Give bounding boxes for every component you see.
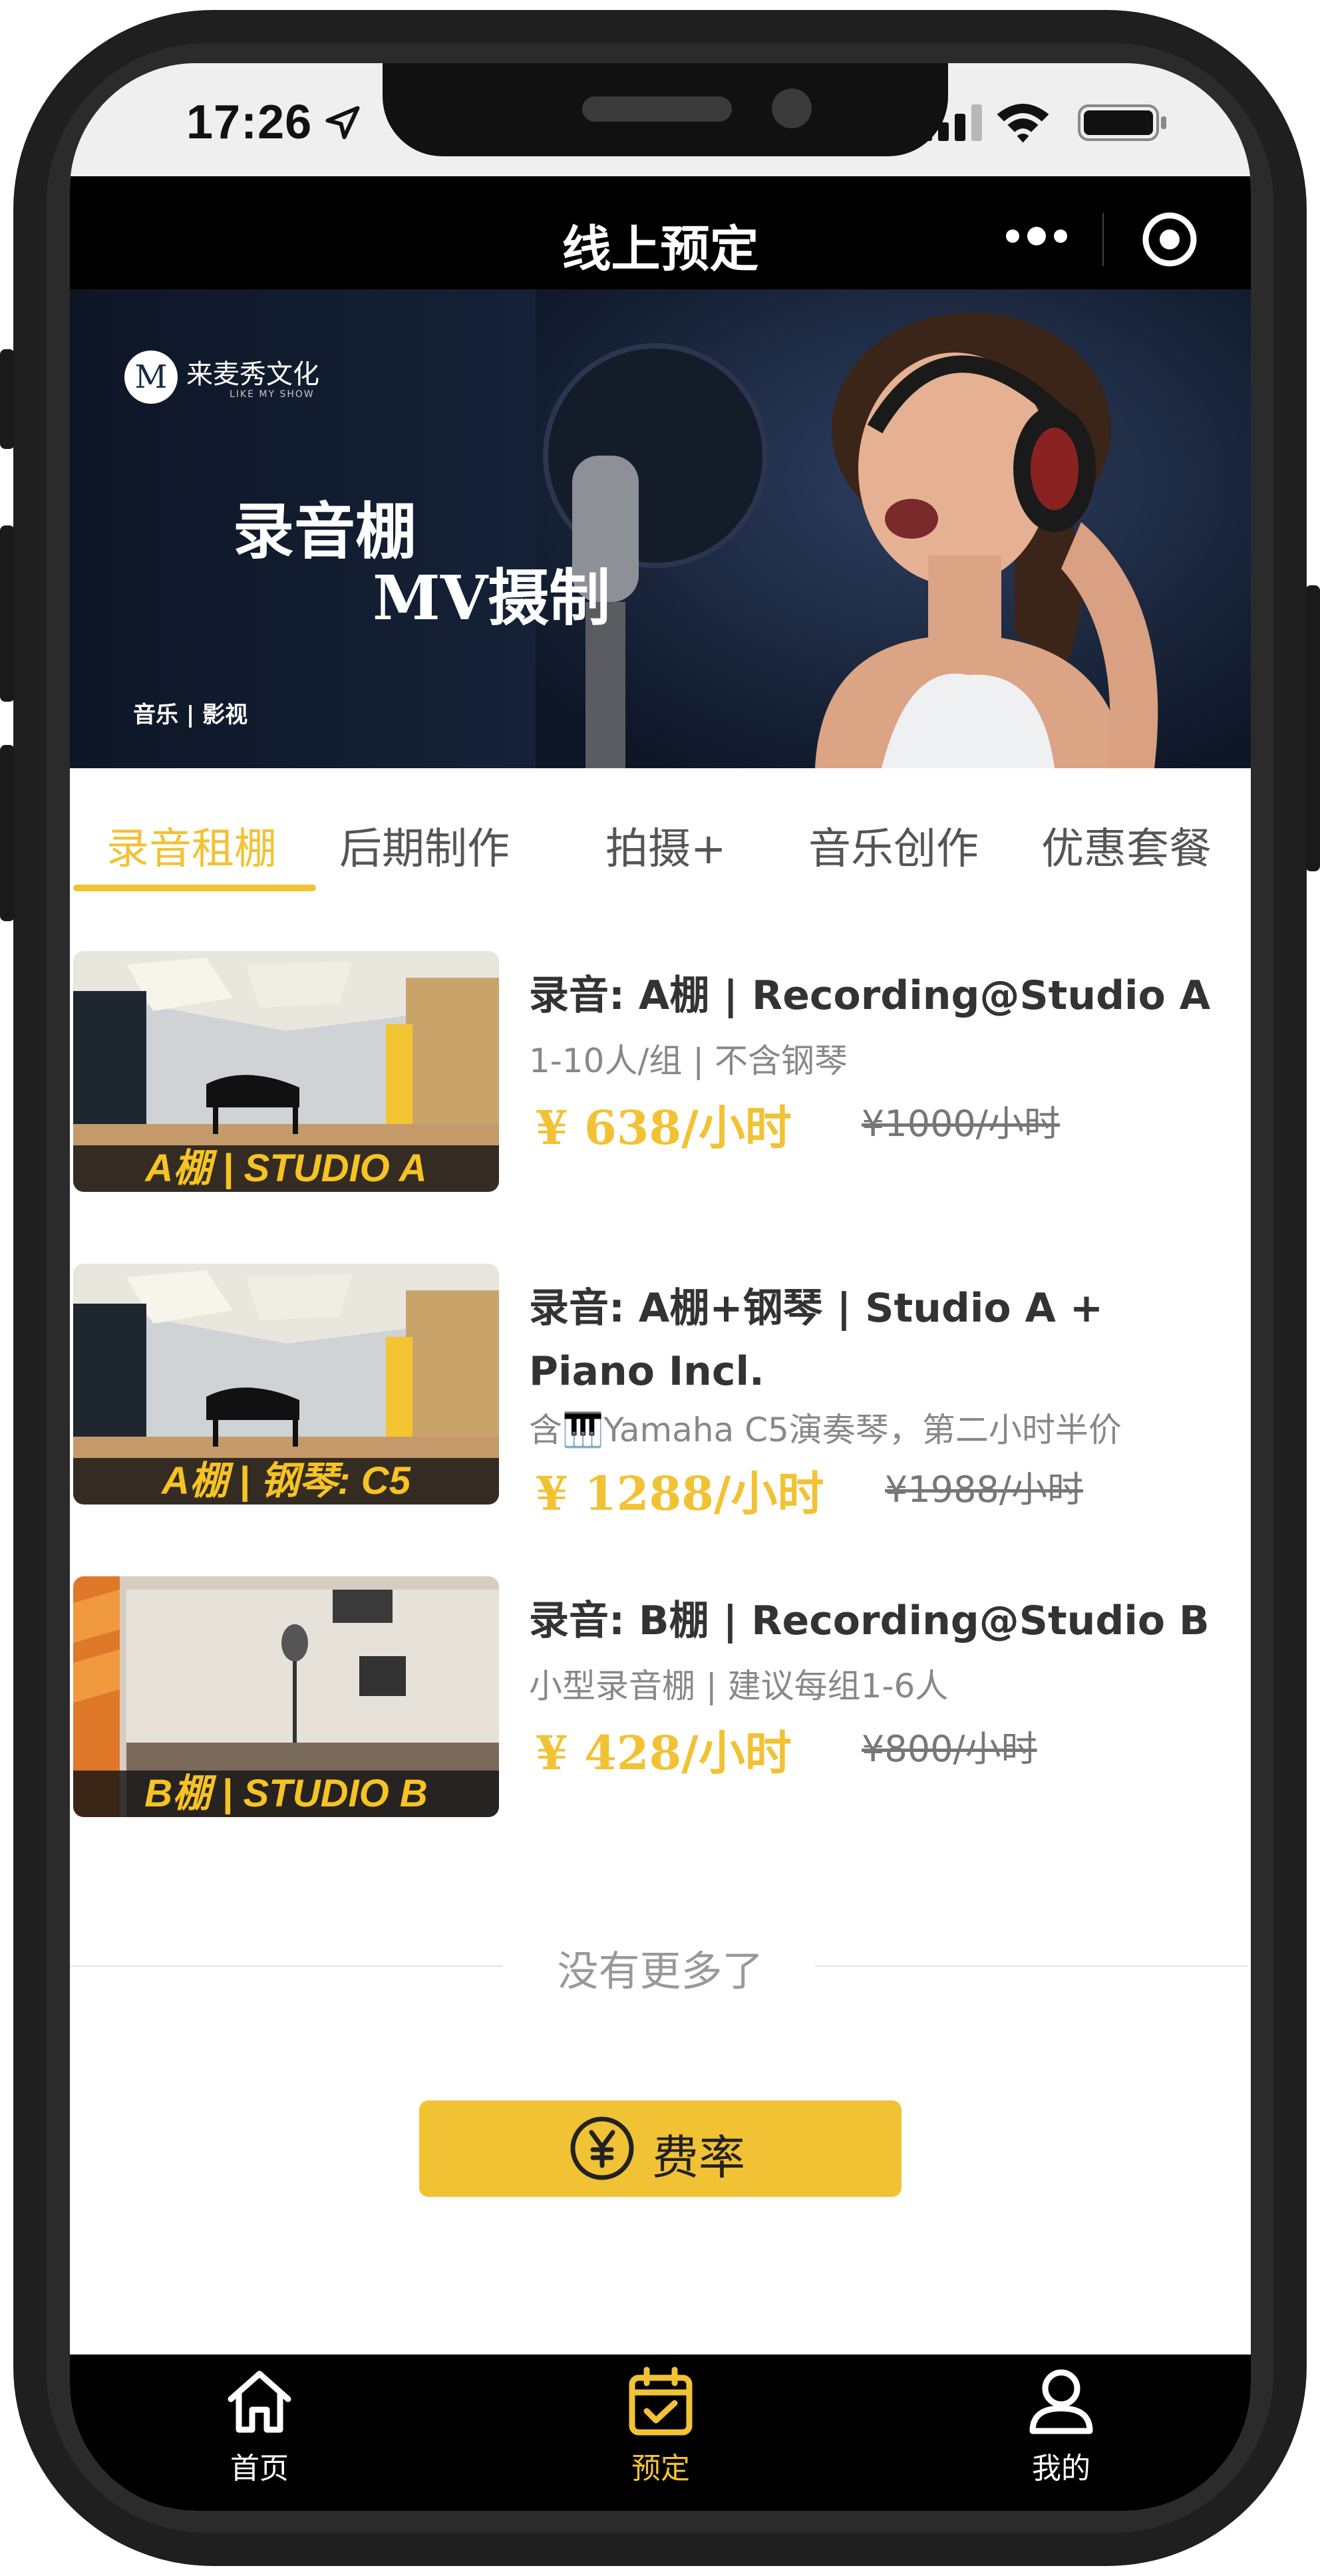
item-price: ¥ 638/小时 — [536, 1100, 792, 1155]
tabbar-booking[interactable]: 预定 — [594, 2364, 727, 2487]
signal-icon — [921, 104, 982, 141]
user-icon — [1029, 2369, 1093, 2434]
item-original-price: ¥1000/小时 — [862, 1103, 1060, 1145]
banner-tag: 音乐 | 影视 — [133, 702, 248, 728]
front-camera — [772, 88, 812, 128]
list-item[interactable]: A棚 | 钢琴: C5 录音: A棚+钢琴 | Studio A + Piano… — [70, 1264, 1251, 1550]
item-price: ¥ 1288/小时 — [536, 1466, 824, 1521]
item-subtitle: 1-10人/组 | 不含钢琴 — [529, 1042, 848, 1080]
list-item[interactable]: B棚 | STUDIO B 录音: B棚 | Recording@Studio … — [70, 1576, 1251, 1862]
item-price: ¥ 428/小时 — [536, 1725, 792, 1781]
item-title: 录音: B棚 | Recording@Studio B — [529, 1598, 1210, 1644]
banner-headline-2: MV摄制 — [373, 562, 611, 634]
studio-a-thumbnail: A棚 | STUDIO A — [73, 951, 499, 1192]
wifi-icon — [997, 103, 1049, 143]
item-original-price: ¥800/小时 — [862, 1728, 1037, 1770]
svg-text:M: M — [134, 358, 167, 396]
list-item[interactable]: A棚 | STUDIO A 录音: A棚 | Recording@Studio … — [70, 951, 1251, 1237]
nav-divider — [1102, 213, 1104, 266]
phone-screen: 17:26 线上预定 M 来麦秀文化 LIKE MY SHOW 录音棚 MV摄制… — [70, 63, 1251, 2511]
item-title: 录音: A棚 | Recording@Studio A — [529, 972, 1211, 1019]
banner-brand-sub: LIKE MY SHOW — [230, 389, 315, 400]
item-subtitle: 含🎹Yamaha C5演奏琴，第二小时半价 — [529, 1411, 1122, 1449]
close-miniprogram-icon[interactable] — [1141, 211, 1198, 268]
bottom-tab-bar: 首页 预定 我的 — [70, 2355, 1251, 2511]
volume-down-button — [0, 745, 15, 921]
studio-a-piano-thumbnail: A棚 | 钢琴: C5 — [73, 1264, 499, 1504]
singer-photo — [536, 289, 1251, 768]
active-tab-indicator — [73, 885, 316, 891]
tabbar-booking-label: 预定 — [631, 2452, 690, 2486]
banner-brand: 来麦秀文化 — [186, 359, 319, 390]
tab-music-creation[interactable]: 音乐创作 — [808, 815, 979, 876]
rate-button[interactable]: 费率 — [419, 2100, 902, 2197]
tabbar-profile-label: 我的 — [1032, 2452, 1090, 2486]
speaker — [582, 96, 732, 122]
tabbar-home[interactable]: 首页 — [193, 2364, 326, 2487]
nav-header: 线上预定 — [70, 176, 1251, 289]
more-dots-icon — [1006, 227, 1067, 245]
thumbnail-caption: A棚 | 钢琴: C5 — [73, 1458, 499, 1504]
location-arrow-icon — [325, 106, 360, 140]
item-title: 录音: A棚+钢琴 | Studio A + Piano Incl. — [529, 1285, 1104, 1395]
mute-switch — [0, 349, 15, 449]
battery-icon — [1078, 104, 1166, 141]
power-button — [1305, 585, 1320, 871]
promo-banner[interactable]: M 来麦秀文化 LIKE MY SHOW 录音棚 MV摄制 音乐 | 影视 — [70, 289, 1251, 768]
status-time: 17:26 — [186, 96, 313, 149]
volume-up-button — [0, 525, 15, 702]
status-bar: 17:26 — [70, 63, 1251, 176]
category-tabs: 录音租棚 后期制作 拍摄+ 音乐创作 优惠套餐 — [70, 768, 1251, 908]
tab-post-production[interactable]: 后期制作 — [339, 815, 510, 876]
item-subtitle: 小型录音棚 | 建议每组1-6人 — [529, 1667, 949, 1705]
thumbnail-caption: A棚 | STUDIO A — [73, 1145, 499, 1192]
calendar-check-icon — [629, 2366, 693, 2436]
tabbar-home-label: 首页 — [230, 2452, 289, 2486]
brand-logo-icon: M — [124, 351, 178, 404]
item-original-price: ¥1988/小时 — [885, 1469, 1083, 1510]
rate-button-label: 费率 — [652, 2130, 745, 2185]
more-menu-button[interactable] — [998, 216, 1078, 256]
list-end-text: 没有更多了 — [557, 1947, 764, 1995]
thumbnail-caption: B棚 | STUDIO B — [73, 1771, 499, 1817]
yen-circle-icon — [570, 2116, 634, 2180]
home-icon — [228, 2370, 291, 2433]
studio-b-thumbnail: B棚 | STUDIO B — [73, 1576, 499, 1817]
tabbar-profile[interactable]: 我的 — [995, 2364, 1128, 2487]
tab-filming[interactable]: 拍摄+ — [605, 815, 727, 876]
tab-packages[interactable]: 优惠套餐 — [1041, 815, 1212, 876]
tab-recording-rental[interactable]: 录音租棚 — [106, 815, 277, 876]
divider-right — [815, 1965, 1247, 1967]
